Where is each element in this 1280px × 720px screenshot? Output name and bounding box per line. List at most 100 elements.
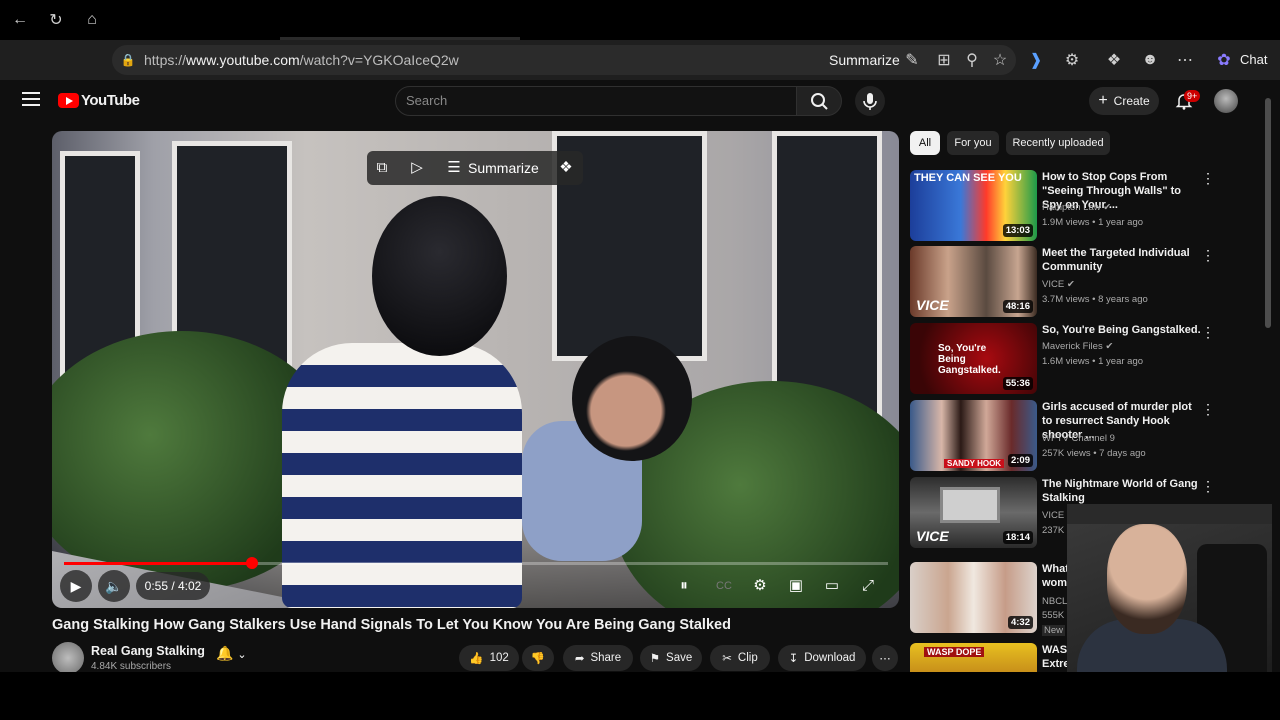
clip-label: Clip <box>737 652 758 664</box>
channel-avatar[interactable] <box>52 642 84 674</box>
recommendation-meta: 3.7M views • 8 years ago <box>1042 294 1148 305</box>
recommendation-title[interactable]: Meet the Targeted Individual Community <box>1042 246 1202 274</box>
youtube-logo-icon[interactable] <box>58 93 79 108</box>
copilot-icon[interactable]: ✿ <box>1212 48 1236 72</box>
video-duration: 48:16 <box>1002 300 1033 313</box>
scissors-icon: ✂ <box>722 653 732 665</box>
read-aloud-icon[interactable]: ❱ <box>1024 48 1048 72</box>
chip-recently-uploaded[interactable]: Recently uploaded <box>1006 131 1110 155</box>
chip-for-you[interactable]: For you <box>947 131 999 155</box>
video-summarize-button[interactable]: Summarize <box>468 160 539 176</box>
more-vert-icon[interactable]: ⋮ <box>1201 402 1215 416</box>
volume-button[interactable]: 🔈 <box>98 570 130 602</box>
pip-icon[interactable]: ⧉ <box>373 159 391 177</box>
summarize-icon[interactable]: ✎ <box>900 48 924 72</box>
recommendation-thumbnail[interactable]: THEY CAN SEE YOU 13:03 <box>910 170 1037 241</box>
verified-check-icon: ✔ <box>1066 279 1075 290</box>
captions-icon[interactable]: CC <box>714 576 734 596</box>
translate-icon[interactable]: ❖ <box>557 159 575 177</box>
recommendation-thumbnail[interactable]: VICE 18:14 <box>910 477 1037 548</box>
search-button[interactable] <box>796 86 842 116</box>
recommendation-title[interactable]: So, You're Being Gangstalked. <box>1042 323 1202 337</box>
title-line-1: What <box>1042 563 1069 575</box>
settings-gear-icon[interactable]: ⚙ <box>750 576 770 596</box>
search-input[interactable] <box>395 86 797 116</box>
more-vert-icon[interactable]: ⋮ <box>1201 479 1215 493</box>
dislike-button[interactable]: 👎 <box>522 645 554 671</box>
summarize-video-icon[interactable]: ☰ <box>445 159 463 177</box>
more-vert-icon[interactable]: ⋮ <box>1201 171 1215 185</box>
refresh-icon[interactable]: ↻ <box>44 8 68 32</box>
apps-icon[interactable]: ⊞ <box>932 48 956 72</box>
browser-summarize-button[interactable]: Summarize <box>829 52 900 68</box>
channel-name-label: Maverick Files <box>1042 341 1103 352</box>
recommendation-channel[interactable]: VICE <box>1042 510 1064 521</box>
progress-bar[interactable] <box>64 562 888 565</box>
profile-avatar-icon[interactable]: ☻ <box>1138 48 1162 72</box>
chip-all[interactable]: All <box>910 131 940 155</box>
recommendation-thumbnail[interactable]: SANDY HOOK 2:09 <box>910 400 1037 471</box>
video-player[interactable] <box>52 131 899 608</box>
collections-icon[interactable]: ❖ <box>1102 48 1126 72</box>
title-line-1: WASI <box>1042 644 1071 656</box>
recommendation-meta: 1.9M views • 1 year ago <box>1042 217 1144 228</box>
webcam-background-shelf <box>1067 504 1272 524</box>
new-badge: New <box>1042 625 1066 636</box>
youtube-logo-text[interactable]: YouTube <box>81 92 140 109</box>
url-text[interactable]: https://www.youtube.com/watch?v=YGKOaIce… <box>144 52 459 68</box>
extensions-icon[interactable]: ⚙ <box>1060 48 1084 72</box>
recommendation-title[interactable]: The Nightmare World of Gang Stalking <box>1042 477 1202 505</box>
video-scene-child-head <box>372 196 507 356</box>
recommendation-channel[interactable]: Maverick Files ✔ <box>1042 341 1113 352</box>
more-menu-icon[interactable]: ⋯ <box>1173 48 1197 72</box>
recommendation-thumbnail[interactable]: So, You're Being Gangstalked. 55:36 <box>910 323 1037 394</box>
channel-name[interactable]: Real Gang Stalking <box>91 644 205 658</box>
like-button[interactable]: 👍 102 <box>459 645 519 671</box>
create-button[interactable]: + Create <box>1089 87 1159 115</box>
thumbnail-caption: THEY CAN SEE YOU <box>914 172 1022 184</box>
video-duration: 13:03 <box>1002 224 1033 237</box>
webcam-overlay <box>1067 504 1272 700</box>
recommendation-thumbnail[interactable]: VICE 48:16 <box>910 246 1037 317</box>
chat-button[interactable]: Chat <box>1240 52 1267 67</box>
verified-check-icon: ✔ <box>1103 202 1112 213</box>
download-button[interactable]: ↧ Download <box>778 645 866 671</box>
recommendation-thumbnail[interactable]: 4:32 <box>910 562 1037 633</box>
home-icon[interactable]: ⌂ <box>80 8 104 32</box>
subscriber-count: 4.84K subscribers <box>91 661 172 672</box>
favorite-star-icon[interactable]: ☆ <box>988 48 1012 72</box>
recommendation-channel[interactable]: VICE ✔ <box>1042 279 1075 290</box>
video-duration: 4:32 <box>1007 616 1033 629</box>
recommendation-channel[interactable]: WFTV Channel 9 <box>1042 433 1115 444</box>
cast-icon[interactable]: ▭ <box>822 576 842 596</box>
save-button[interactable]: ⚑ Save <box>640 645 702 671</box>
back-icon[interactable]: ← <box>8 8 32 32</box>
recommendation-channel[interactable]: NBCL <box>1042 596 1067 607</box>
video-search-icon[interactable]: ▷ <box>408 159 426 177</box>
fullscreen-icon[interactable]: ⤢ <box>858 576 878 596</box>
progress-played <box>64 562 253 565</box>
title-line-2: wom <box>1042 577 1068 589</box>
autoplay-toggle-icon[interactable]: ⏸ <box>674 576 694 596</box>
more-actions-button[interactable]: ⋯ <box>872 645 898 671</box>
menu-icon[interactable] <box>22 92 40 106</box>
recommendation-thumbnail[interactable]: WASP DOPE <box>910 643 1037 672</box>
miniplayer-icon[interactable]: ▣ <box>786 576 806 596</box>
recommendation-meta: 257K views • 7 days ago <box>1042 448 1146 459</box>
webcam-person-head <box>1107 524 1187 634</box>
video-duration: 2:09 <box>1007 454 1033 467</box>
video-title: Gang Stalking How Gang Stalkers Use Hand… <box>52 617 731 633</box>
recommendation-channel[interactable]: Hampton Law ✔ <box>1042 202 1111 213</box>
more-horizontal-icon: ⋯ <box>879 653 891 665</box>
play-button[interactable]: ▶ <box>60 570 92 602</box>
account-avatar[interactable] <box>1214 89 1238 113</box>
share-button[interactable]: ➦ Share <box>563 645 633 671</box>
voice-search-button[interactable] <box>855 86 885 116</box>
scrollbar-thumb[interactable] <box>1265 98 1271 328</box>
more-vert-icon[interactable]: ⋮ <box>1201 248 1215 262</box>
zoom-icon[interactable]: ⚲ <box>960 48 984 72</box>
clip-button[interactable]: ✂ Clip <box>710 645 770 671</box>
subscription-bell-button[interactable]: 🔔 ⌄ <box>216 645 266 671</box>
title-line-2: Extre <box>1042 658 1070 670</box>
more-vert-icon[interactable]: ⋮ <box>1201 325 1215 339</box>
